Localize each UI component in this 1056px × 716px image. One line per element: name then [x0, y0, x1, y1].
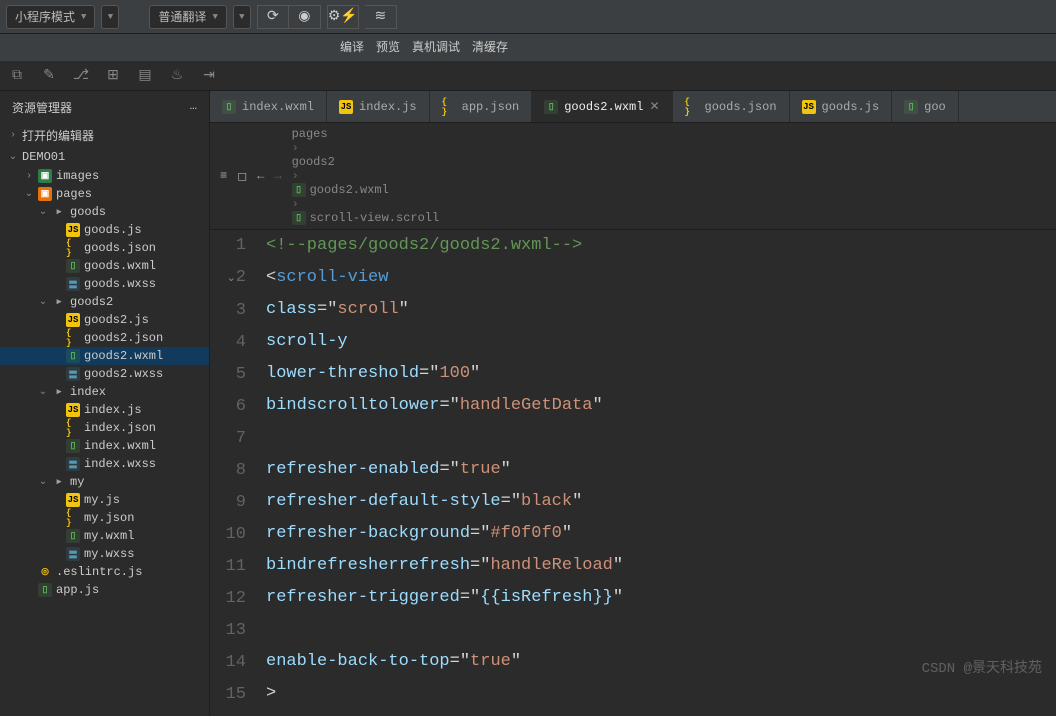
crumb-goods2.wxml[interactable]: ▯goods2.wxml [292, 183, 440, 197]
tree-goods2.js[interactable]: JSgoods2.js [0, 311, 209, 329]
toolbar-labels: 编译预览真机调试清缓存 [0, 34, 1056, 61]
more-icon[interactable]: … [190, 99, 197, 116]
ext-icon[interactable]: ⊞ [104, 67, 122, 84]
translate-dropdown-icon[interactable]: ▼ [233, 5, 251, 29]
tab-goo[interactable]: ▯goo [892, 91, 959, 122]
tree-index.json[interactable]: { }index.json [0, 419, 209, 437]
arrow-icon[interactable]: ⇥ [200, 67, 218, 84]
code-lines[interactable]: <!--pages/goods2/goods2.wxml--><scroll-v… [260, 230, 1056, 716]
back-icon[interactable]: ← [257, 169, 264, 184]
tree-goods2.wxss[interactable]: 〓goods2.wxss [0, 365, 209, 383]
mode-select[interactable]: 小程序模式▼ [6, 5, 95, 29]
icon-strip: ⧉ ✎ ⎇ ⊞ ▤ ♨ ⇥ [0, 61, 1056, 91]
tree-index.wxml[interactable]: ▯index.wxml [0, 437, 209, 455]
top-toolbar: 小程序模式▼ ▼ 普通翻译▼ ▼ ⟳ ◉ ⚙⚡ ≋ [0, 0, 1056, 34]
crumb-pages[interactable]: pages [292, 127, 440, 141]
tree-goods.json[interactable]: { }goods.json [0, 239, 209, 257]
refresh-icon[interactable]: ⟳ [257, 5, 289, 29]
tree-goods.wxml[interactable]: ▯goods.wxml [0, 257, 209, 275]
breadcrumbs: pages › goods2 › ▯goods2.wxml › ▯scroll-… [292, 127, 440, 225]
tree-my.wxml[interactable]: ▯my.wxml [0, 527, 209, 545]
preview-icon[interactable]: ◉ [289, 5, 321, 29]
tree-index.wxss[interactable]: 〓index.wxss [0, 455, 209, 473]
tab-goods.json[interactable]: { }goods.json [673, 91, 790, 122]
mode-dropdown-icon[interactable]: ▼ [101, 5, 119, 29]
tree-goods2[interactable]: ⌄▸goods2 [0, 293, 209, 311]
tree-pages[interactable]: ⌄▣pages [0, 185, 209, 203]
editor-area: ▯index.wxmlJSindex.js{ }app.json▯goods2.… [210, 91, 1056, 716]
tree-.eslintrc.js[interactable]: ◎.eslintrc.js [0, 563, 209, 581]
code-view[interactable]: 1⌄234567891011121314151617 <!--pages/goo… [210, 230, 1056, 716]
tab-goods2.wxml[interactable]: ▯goods2.wxml✕ [532, 91, 672, 122]
tab-goods.js[interactable]: JSgoods.js [790, 91, 893, 122]
crumb-scroll-view.scroll[interactable]: ▯scroll-view.scroll [292, 211, 440, 225]
watermark: CSDN @景天科技苑 [922, 657, 1042, 677]
gutter: 1⌄234567891011121314151617 [210, 230, 260, 716]
tree-goods[interactable]: ⌄▸goods [0, 203, 209, 221]
tab-bar: ▯index.wxmlJSindex.js{ }app.json▯goods2.… [210, 91, 1056, 123]
crumb-goods2[interactable]: goods2 [292, 155, 440, 169]
tree-images[interactable]: ›▣images [0, 167, 209, 185]
tree-goods.wxss[interactable]: 〓goods.wxss [0, 275, 209, 293]
tree-goods2.wxml[interactable]: ▯goods2.wxml [0, 347, 209, 365]
compile-group: ⟳ ◉ [257, 5, 321, 29]
tab-index.wxml[interactable]: ▯index.wxml [210, 91, 327, 122]
save-icon[interactable]: ▤ [136, 67, 154, 84]
forward-icon[interactable]: → [274, 169, 281, 184]
section-project[interactable]: ⌄DEMO01 [0, 147, 209, 167]
bookmark-icon[interactable]: ◻ [237, 169, 247, 184]
debug-icon[interactable]: ⚙⚡ [327, 5, 359, 29]
search-icon[interactable]: ✎ [40, 67, 58, 84]
tab-index.js[interactable]: JSindex.js [327, 91, 430, 122]
cache-icon[interactable]: ≋ [365, 5, 397, 29]
tree-my.js[interactable]: JSmy.js [0, 491, 209, 509]
breadcrumb-bar: ≡ ◻ ← → pages › goods2 › ▯goods2.wxml › … [210, 123, 1056, 230]
list-icon[interactable]: ≡ [220, 169, 227, 184]
crumb-nav: ≡ ◻ ← → [220, 169, 282, 184]
sidebar-title: 资源管理器… [0, 91, 209, 124]
section-open-editors[interactable]: ›打开的编辑器 [0, 124, 209, 147]
tree-goods2.json[interactable]: { }goods2.json [0, 329, 209, 347]
tree-app.js[interactable]: ▯app.js [0, 581, 209, 599]
file-tree: ›▣images⌄▣pages⌄▸goodsJSgoods.js{ }goods… [0, 167, 209, 716]
tree-my.wxss[interactable]: 〓my.wxss [0, 545, 209, 563]
tree-goods.js[interactable]: JSgoods.js [0, 221, 209, 239]
cup-icon[interactable]: ♨ [168, 67, 186, 84]
close-icon[interactable]: ✕ [649, 99, 659, 114]
tree-my[interactable]: ⌄▸my [0, 473, 209, 491]
tab-app.json[interactable]: { }app.json [430, 91, 533, 122]
git-icon[interactable]: ⎇ [72, 67, 90, 84]
tree-index[interactable]: ⌄▸index [0, 383, 209, 401]
sidebar: 资源管理器… ›打开的编辑器 ⌄DEMO01 ›▣images⌄▣pages⌄▸… [0, 91, 210, 716]
tree-index.js[interactable]: JSindex.js [0, 401, 209, 419]
translate-select[interactable]: 普通翻译▼ [149, 5, 226, 29]
tree-my.json[interactable]: { }my.json [0, 509, 209, 527]
files-icon[interactable]: ⧉ [8, 68, 26, 84]
